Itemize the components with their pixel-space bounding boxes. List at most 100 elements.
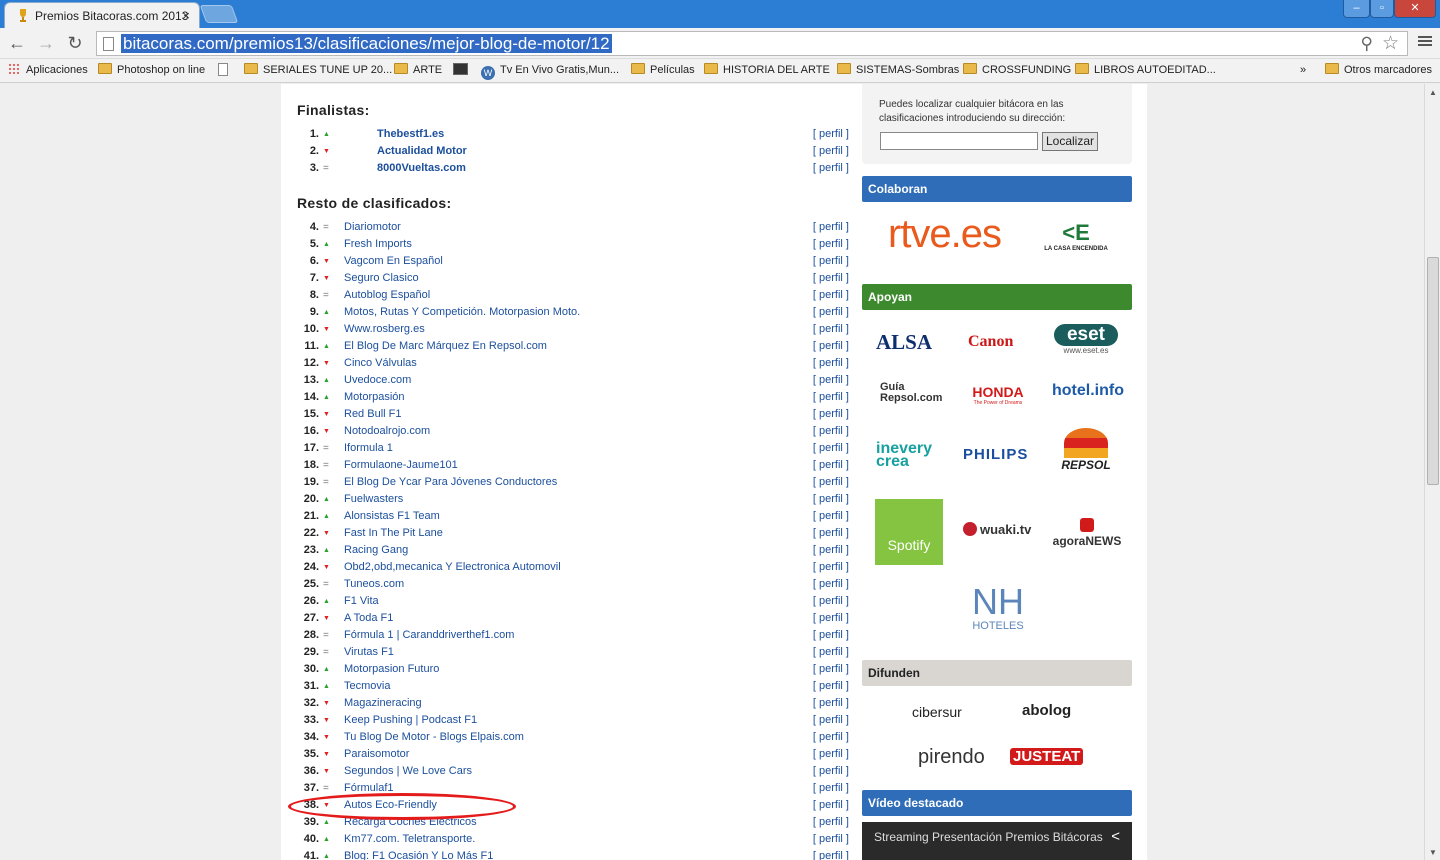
bookmark-crossfunding[interactable]: CROSSFUNDING [963, 63, 1071, 78]
perfil-link[interactable]: [ perfil ] [813, 355, 849, 372]
perfil-link[interactable]: [ perfil ] [813, 406, 849, 423]
blog-link[interactable]: Motos, Rutas Y Competición. Motorpasion … [344, 304, 580, 321]
blog-link[interactable]: Fuelwasters [344, 491, 403, 508]
browser-tab[interactable]: Premios Bitacoras.com 2013 × [4, 2, 200, 28]
casa-encendida-logo[interactable]: <E LA CASA ENCENDIDA [1040, 220, 1112, 252]
perfil-link[interactable]: [ perfil ] [813, 270, 849, 287]
perfil-link[interactable]: [ perfil ] [813, 304, 849, 321]
repsol-logo[interactable]: REPSOL [1052, 428, 1120, 472]
blog-link[interactable]: A Toda F1 [344, 610, 393, 627]
perfil-link[interactable]: [ perfil ] [813, 661, 849, 678]
hotelinfo-logo[interactable]: hotel.info [1052, 382, 1124, 400]
scrollbar-thumb[interactable] [1427, 257, 1439, 485]
url-text[interactable]: bitacoras.com/premios13/clasificaciones/… [121, 34, 612, 53]
locate-input[interactable] [880, 132, 1038, 150]
blog-link[interactable]: Paraisomotor [344, 746, 409, 763]
blog-link[interactable]: Cinco Válvulas [344, 355, 417, 372]
perfil-link[interactable]: [ perfil ] [813, 576, 849, 593]
alsa-logo[interactable]: ALSA [876, 330, 932, 355]
blog-link[interactable]: Fast In The Pit Lane [344, 525, 443, 542]
perfil-link[interactable]: [ perfil ] [813, 848, 849, 860]
blog-link[interactable]: Magazineracing [344, 695, 422, 712]
blog-link[interactable]: Www.rosberg.es [344, 321, 425, 338]
blog-link[interactable]: Vagcom En Español [344, 253, 443, 270]
blog-link[interactable]: 8000Vueltas.com [377, 160, 466, 177]
perfil-link[interactable]: [ perfil ] [813, 559, 849, 576]
bookmarks-more-button[interactable]: » [1300, 63, 1306, 78]
menu-icon[interactable] [1418, 34, 1432, 50]
blog-link[interactable]: El Blog De Marc Márquez En Repsol.com [344, 338, 547, 355]
rtve-logo[interactable]: rtve.es [888, 212, 1002, 257]
blog-link[interactable]: Seguro Clasico [344, 270, 419, 287]
blog-link[interactable]: Tuneos.com [344, 576, 404, 593]
blog-link[interactable]: F1 Vita [344, 593, 379, 610]
blog-link[interactable]: Motorpasion Futuro [344, 661, 439, 678]
blog-link[interactable]: Racing Gang [344, 542, 408, 559]
other-bookmarks[interactable]: Otros marcadores [1325, 63, 1432, 78]
perfil-link[interactable]: [ perfil ] [813, 610, 849, 627]
eset-logo[interactable]: eset www.eset.es [1054, 324, 1118, 355]
blog-link[interactable]: Iformula 1 [344, 440, 393, 457]
perfil-link[interactable]: [ perfil ] [813, 712, 849, 729]
perfil-link[interactable]: [ perfil ] [813, 321, 849, 338]
perfil-link[interactable]: [ perfil ] [813, 729, 849, 746]
perfil-link[interactable]: [ perfil ] [813, 236, 849, 253]
forward-button[interactable]: → [35, 32, 57, 54]
perfil-link[interactable]: [ perfil ] [813, 746, 849, 763]
perfil-link[interactable]: [ perfil ] [813, 644, 849, 661]
search-icon[interactable]: ⚲ [1361, 34, 1373, 54]
bookmark-page[interactable] [218, 63, 228, 79]
blog-link[interactable]: Uvedoce.com [344, 372, 411, 389]
blog-link[interactable]: Autoblog Español [344, 287, 430, 304]
back-button[interactable]: ← [6, 32, 28, 54]
blog-link[interactable]: Keep Pushing | Podcast F1 [344, 712, 477, 729]
canon-logo[interactable]: Canon [968, 333, 1013, 351]
perfil-link[interactable]: [ perfil ] [813, 143, 849, 160]
justeat-logo[interactable]: JUSTEAT [1010, 748, 1084, 765]
bookmark-photoshop[interactable]: Photoshop on line [98, 63, 205, 78]
inevery-crea-logo[interactable]: inevery crea [876, 441, 946, 470]
blog-link[interactable]: Thebestf1.es [377, 126, 444, 143]
blog-link[interactable]: Formulaone-Jaume101 [344, 457, 458, 474]
blog-link[interactable]: Notodoalrojo.com [344, 423, 430, 440]
perfil-link[interactable]: [ perfil ] [813, 457, 849, 474]
perfil-link[interactable]: [ perfil ] [813, 508, 849, 525]
perfil-link[interactable]: [ perfil ] [813, 287, 849, 304]
blog-link[interactable]: Obd2,obd,mecanica Y Electronica Automovi… [344, 559, 561, 576]
perfil-link[interactable]: [ perfil ] [813, 423, 849, 440]
perfil-link[interactable]: [ perfil ] [813, 440, 849, 457]
perfil-link[interactable]: [ perfil ] [813, 780, 849, 797]
perfil-link[interactable]: [ perfil ] [813, 695, 849, 712]
perfil-link[interactable]: [ perfil ] [813, 814, 849, 831]
minimize-button[interactable]: – [1343, 0, 1370, 18]
new-tab-button[interactable] [199, 5, 239, 23]
bookmark-historia[interactable]: HISTORIA DEL ARTE [704, 63, 830, 78]
blog-link[interactable]: Red Bull F1 [344, 406, 401, 423]
scroll-down-icon[interactable]: ▼ [1429, 848, 1437, 857]
perfil-link[interactable]: [ perfil ] [813, 593, 849, 610]
blog-link[interactable]: Km77.com. Teletransporte. [344, 831, 475, 848]
bookmark-tv[interactable]: W Tv En Vivo Gratis,Mun... [481, 63, 619, 80]
cibersur-logo[interactable]: cibersur [912, 704, 962, 720]
perfil-link[interactable]: [ perfil ] [813, 338, 849, 355]
perfil-link[interactable]: [ perfil ] [813, 831, 849, 848]
bookmark-sistemas[interactable]: SISTEMAS-Sombras [837, 63, 959, 78]
close-window-button[interactable]: ✕ [1394, 0, 1436, 18]
perfil-link[interactable]: [ perfil ] [813, 525, 849, 542]
scroll-up-icon[interactable]: ▲ [1429, 88, 1437, 97]
bookmark-arte[interactable]: ARTE [394, 63, 442, 78]
blog-link[interactable]: Blog: F1 Ocasión Y Lo Más F1 [344, 848, 493, 860]
share-icon[interactable]: < [1111, 828, 1120, 845]
perfil-link[interactable]: [ perfil ] [813, 542, 849, 559]
locate-button[interactable]: Localizar [1042, 132, 1098, 151]
perfil-link[interactable]: [ perfil ] [813, 474, 849, 491]
guia-repsol-logo[interactable]: Guía Repsol.com [880, 382, 942, 404]
perfil-link[interactable]: [ perfil ] [813, 126, 849, 143]
wuaki-logo[interactable]: wuaki.tv [963, 522, 1031, 537]
bookmark-star-icon[interactable]: ☆ [1382, 32, 1399, 55]
maximize-button[interactable]: ▫ [1370, 0, 1394, 18]
perfil-link[interactable]: [ perfil ] [813, 389, 849, 406]
pirendo-logo[interactable]: pirendo [918, 746, 985, 769]
bookmark-media[interactable] [453, 63, 468, 78]
perfil-link[interactable]: [ perfil ] [813, 160, 849, 177]
